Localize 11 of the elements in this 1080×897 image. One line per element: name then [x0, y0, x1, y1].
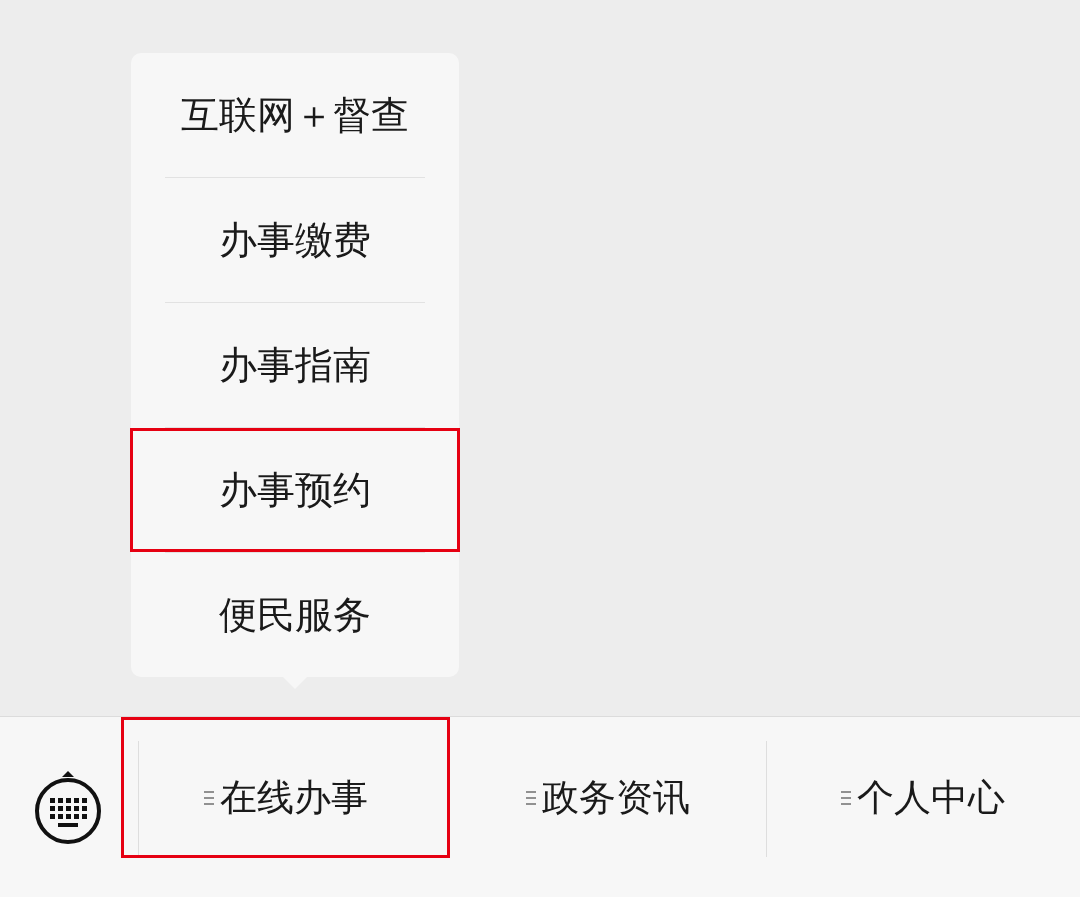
submenu-item[interactable]: 办事预约: [130, 428, 460, 552]
menu-icon: [526, 788, 536, 807]
menu-icon: [203, 788, 214, 807]
menu-tab[interactable]: 个人中心: [766, 717, 1080, 858]
submenu-item[interactable]: 办事缴费: [131, 178, 459, 302]
menu-tab[interactable]: 在线办事: [121, 717, 450, 858]
submenu-item[interactable]: 办事指南: [131, 303, 459, 427]
submenu-item[interactable]: 互联网＋督查: [131, 53, 459, 177]
submenu-item[interactable]: 便民服务: [131, 553, 459, 677]
menu-icon: [841, 788, 851, 807]
menu-tab[interactable]: 政务资讯: [450, 717, 766, 858]
